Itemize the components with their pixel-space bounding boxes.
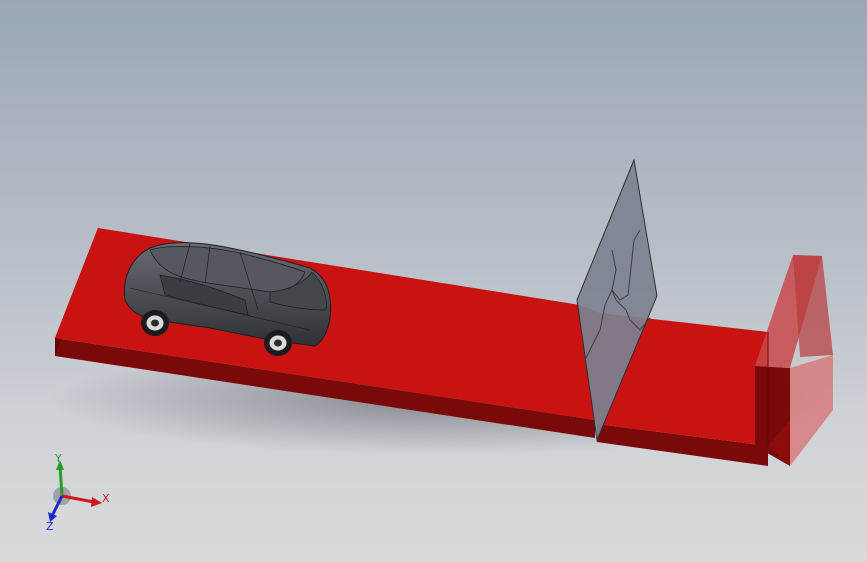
car-wheel-front (264, 330, 292, 356)
triad-z-label: Z (46, 520, 54, 532)
triad-x-label: X (102, 492, 110, 505)
car-wheel-rear (141, 310, 169, 336)
end-block-top (793, 255, 833, 357)
coordinate-triad[interactable]: Y X Z (40, 452, 120, 532)
3d-scene[interactable] (0, 0, 867, 562)
end-block-glass (790, 355, 833, 466)
triad-z-axis: Z (46, 495, 64, 532)
graphics-viewport[interactable]: Y X Z (0, 0, 867, 562)
triad-y-label: Y (54, 452, 62, 465)
